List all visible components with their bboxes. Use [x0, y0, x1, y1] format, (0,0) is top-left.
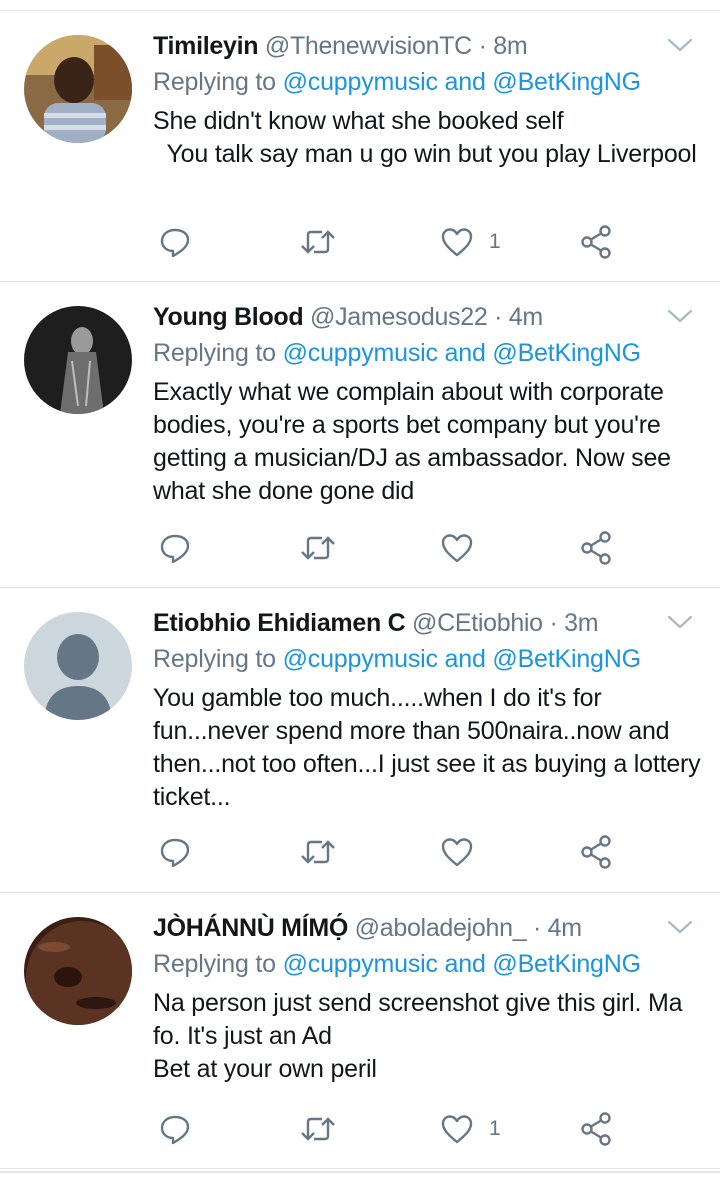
replying-to-label: Replying to: [153, 645, 276, 673]
reply-icon: [160, 228, 190, 258]
avatar[interactable]: [24, 612, 132, 720]
retweet-icon: [301, 1117, 335, 1141]
like-button[interactable]: 1: [439, 224, 501, 260]
reply-button[interactable]: [157, 1111, 193, 1147]
tweet-text: She didn't know what she booked self You…: [153, 107, 697, 168]
tweet-text: Exactly what we complain about with corp…: [153, 378, 678, 505]
tweet-header: Young Blood @Jamesodus22 · 4m: [153, 301, 543, 333]
retweet-icon: [301, 840, 335, 864]
reply-mentions[interactable]: @cuppymusic and @BetKingNG: [283, 950, 641, 978]
tweet-item[interactable]: Etiobhio Ehidiamen C @CEtiobhio · 3m Rep…: [0, 588, 720, 893]
share-button[interactable]: [579, 834, 615, 870]
tweet-item[interactable]: Timileyin @ThenewvisionTC · 8m Replying …: [0, 11, 720, 282]
tweet-item[interactable]: Young Blood @Jamesodus22 · 4m Replying t…: [0, 282, 720, 588]
avatar[interactable]: [24, 35, 132, 143]
like-icon: [441, 1115, 473, 1144]
avatar[interactable]: [24, 917, 132, 1025]
action-bar: [153, 530, 720, 566]
share-icon: [581, 835, 611, 869]
timestamp[interactable]: · 4m: [494, 303, 543, 331]
like-button[interactable]: 1: [439, 1111, 501, 1147]
handle[interactable]: @Jamesodus22: [310, 303, 488, 331]
replying-to-line: Replying to @cuppymusic and @BetKingNG: [153, 66, 641, 98]
action-bar: 1: [153, 1111, 720, 1147]
retweet-button[interactable]: [299, 530, 337, 566]
reply-icon: [160, 1115, 190, 1145]
share-icon: [581, 531, 611, 565]
action-bar: 1: [153, 224, 720, 260]
timestamp[interactable]: · 8m: [479, 32, 528, 60]
retweet-button[interactable]: [299, 1111, 337, 1147]
display-name[interactable]: Young Blood: [153, 303, 304, 331]
like-button[interactable]: [439, 834, 489, 870]
action-bar: [153, 834, 720, 870]
reply-icon: [160, 838, 190, 868]
timestamp[interactable]: · 3m: [549, 609, 598, 637]
replying-to-label: Replying to: [153, 68, 276, 96]
replying-to-line: Replying to @cuppymusic and @BetKingNG: [153, 643, 641, 675]
handle[interactable]: @aboladejohn_: [355, 914, 527, 942]
caret-down-icon[interactable]: [666, 35, 694, 55]
like-count: 1: [489, 230, 501, 253]
reply-button[interactable]: [157, 224, 193, 260]
handle[interactable]: @ThenewvisionTC: [265, 32, 472, 60]
caret-down-icon[interactable]: [666, 612, 694, 632]
reply-icon: [160, 534, 190, 564]
avatar[interactable]: [24, 306, 132, 414]
retweet-button[interactable]: [299, 834, 337, 870]
display-name[interactable]: Etiobhio Ehidiamen C: [153, 609, 406, 637]
tweet-text: You gamble too much.....when I do it's f…: [153, 684, 708, 811]
caret-down-icon[interactable]: [666, 917, 694, 937]
like-count: 1: [489, 1117, 501, 1140]
share-button[interactable]: [579, 530, 615, 566]
retweet-icon: [301, 536, 335, 560]
retweet-button[interactable]: [299, 224, 337, 260]
like-icon: [441, 534, 473, 563]
replying-to-line: Replying to @cuppymusic and @BetKingNG: [153, 948, 641, 980]
reply-mentions[interactable]: @cuppymusic and @BetKingNG: [283, 68, 641, 96]
tweet-text: Na person just send screenshot give this…: [153, 989, 683, 1083]
tweet-item[interactable]: JÒHÁNNÙ MÍMỌ́ @aboladejohn_ · 4m Replyin…: [0, 893, 720, 1169]
share-button[interactable]: [579, 224, 615, 260]
like-button[interactable]: [439, 530, 489, 566]
tweet-header: Etiobhio Ehidiamen C @CEtiobhio · 3m: [153, 607, 599, 639]
reply-button[interactable]: [157, 530, 193, 566]
tweet-header: Timileyin @ThenewvisionTC · 8m: [153, 30, 528, 62]
reply-mentions[interactable]: @cuppymusic and @BetKingNG: [283, 645, 641, 673]
reply-mentions[interactable]: @cuppymusic and @BetKingNG: [283, 339, 641, 367]
share-icon: [581, 1112, 611, 1146]
replying-to-label: Replying to: [153, 950, 276, 978]
share-button[interactable]: [579, 1111, 615, 1147]
reply-button[interactable]: [157, 834, 193, 870]
replying-to-label: Replying to: [153, 339, 276, 367]
retweet-icon: [301, 230, 335, 254]
handle[interactable]: @CEtiobhio: [412, 609, 543, 637]
like-icon: [441, 838, 473, 867]
caret-down-icon[interactable]: [666, 306, 694, 326]
display-name[interactable]: JÒHÁNNÙ MÍMỌ́: [153, 914, 348, 942]
bottom-divider: [0, 1171, 720, 1173]
display-name[interactable]: Timileyin: [153, 32, 259, 60]
timestamp[interactable]: · 4m: [533, 914, 582, 942]
tweet-header: JÒHÁNNÙ MÍMỌ́ @aboladejohn_ · 4m: [153, 912, 582, 944]
like-icon: [441, 228, 473, 257]
share-icon: [581, 225, 611, 259]
replying-to-line: Replying to @cuppymusic and @BetKingNG: [153, 337, 641, 369]
